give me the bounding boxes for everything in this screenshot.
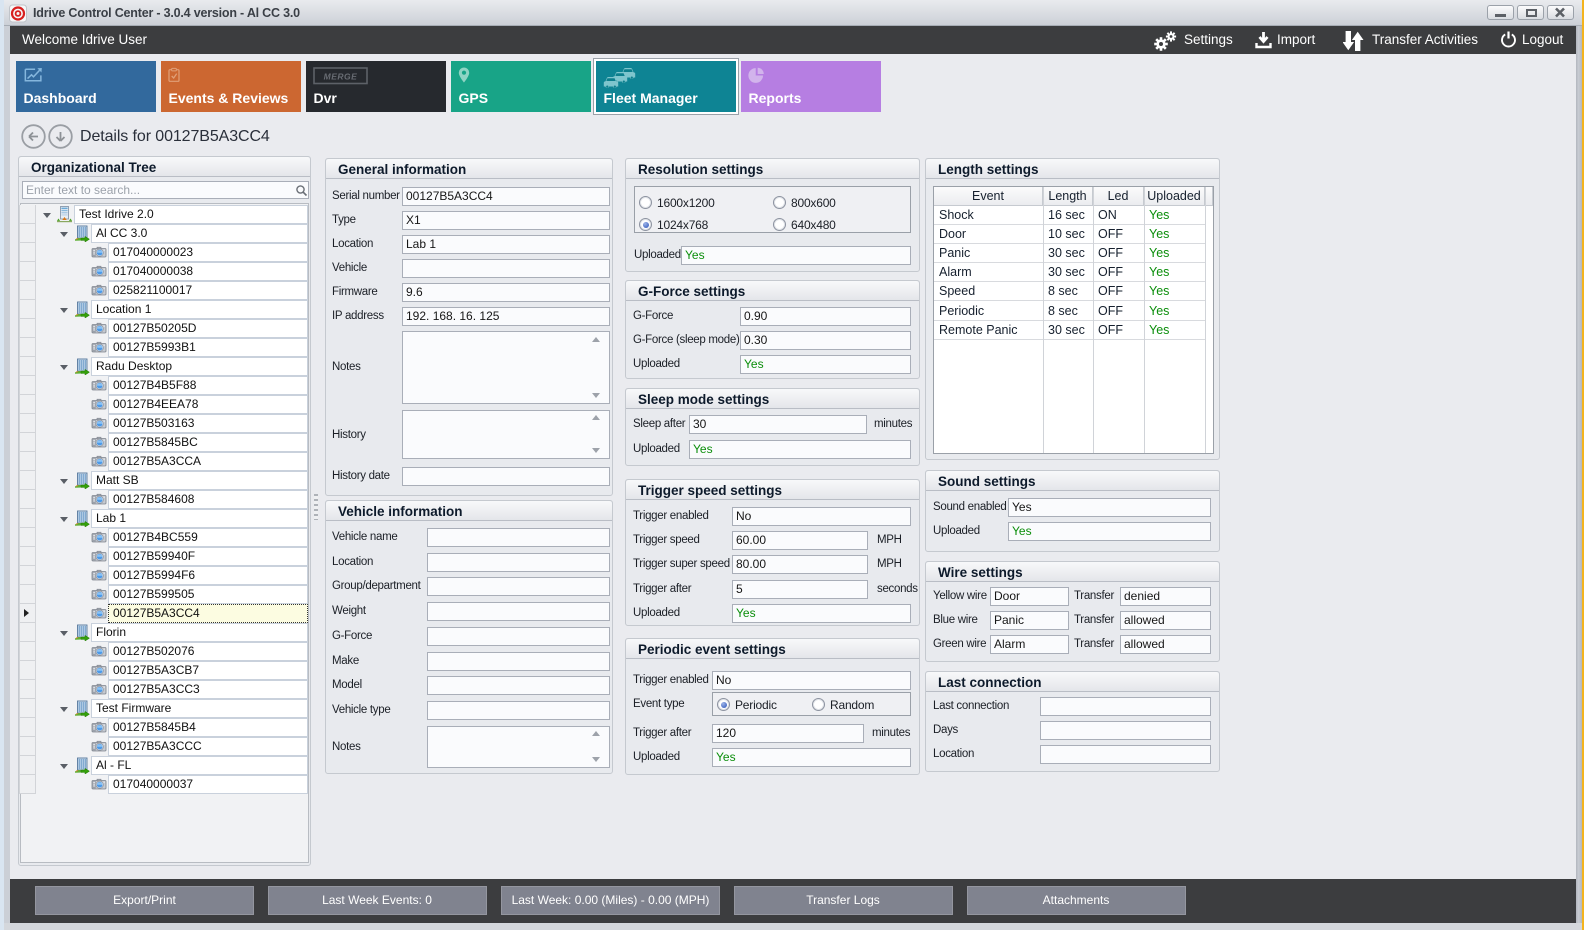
svg-text:MERGE: MERGE [323,72,357,82]
